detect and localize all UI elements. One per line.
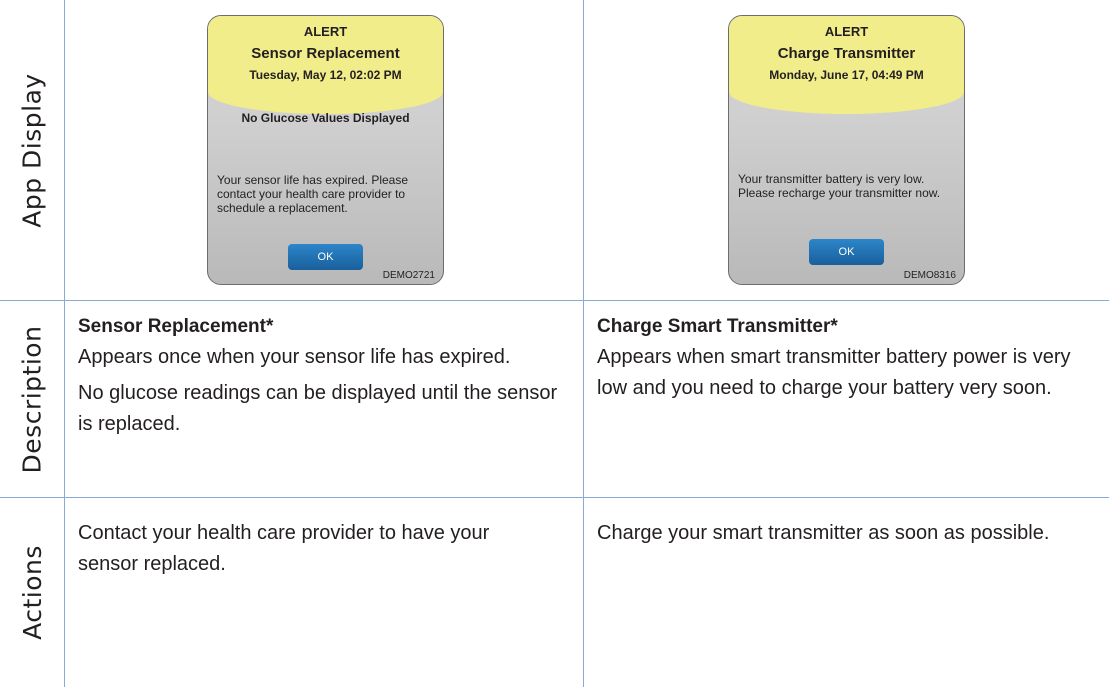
row-label-app-display-text: App Display — [17, 72, 47, 228]
row-label-actions-text: Actions — [17, 545, 47, 640]
description-title-left: Sensor Replacement* — [78, 316, 274, 337]
description-text-left-2: No glucose readings can be displayed unt… — [78, 382, 558, 435]
alert-name: Sensor Replacement — [251, 45, 400, 62]
ok-button[interactable]: OK — [809, 239, 884, 265]
description-right: Charge Smart Transmitter* Appears when s… — [597, 311, 1087, 404]
charge-transmitter-alert-screen: ALERT Charge Transmitter Monday, June 17… — [728, 15, 965, 285]
row-label-app-display: App Display — [0, 0, 64, 300]
screen-code: DEMO2721 — [382, 270, 435, 281]
description-left: Sensor Replacement* Appears once when yo… — [78, 311, 568, 440]
row-divider-1 — [0, 300, 1109, 301]
alert-title: ALERT — [824, 24, 869, 39]
alert-title: ALERT — [303, 24, 348, 39]
column-divider-middle — [583, 0, 584, 687]
alert-message: Your transmitter battery is very low. Pl… — [738, 172, 941, 200]
screen-code: DEMO8316 — [903, 270, 956, 281]
ok-button[interactable]: OK — [288, 244, 363, 270]
row-label-actions: Actions — [0, 498, 64, 687]
description-text-left-1: Appears once when your sensor life has e… — [78, 346, 511, 368]
action-right: Charge your smart transmitter as soon as… — [597, 518, 1097, 549]
column-divider-left — [64, 0, 65, 687]
action-text-right: Charge your smart transmitter as soon as… — [597, 522, 1050, 544]
action-left: Contact your health care provider to hav… — [78, 518, 548, 580]
alert-banner: ALERT Charge Transmitter Monday, June 17… — [729, 16, 964, 114]
description-text-right-1: Appears when smart transmitter battery p… — [597, 346, 1071, 399]
alert-banner: ALERT Sensor Replacement Tuesday, May 12… — [208, 16, 443, 114]
alert-message: Your sensor life has expired. Please con… — [217, 173, 409, 215]
alert-date: Monday, June 17, 04:49 PM — [769, 68, 924, 82]
alert-headline: No Glucose Values Displayed — [241, 111, 410, 125]
description-title-right: Charge Smart Transmitter* — [597, 316, 838, 337]
row-label-description-text: Description — [17, 325, 47, 473]
row-label-description: Description — [0, 301, 64, 497]
alert-name: Charge Transmitter — [777, 45, 916, 62]
sensor-replacement-alert-screen: ALERT Sensor Replacement Tuesday, May 12… — [207, 15, 444, 285]
action-text-left: Contact your health care provider to hav… — [78, 522, 490, 575]
alert-date: Tuesday, May 12, 02:02 PM — [249, 68, 402, 82]
row-divider-2 — [0, 497, 1109, 498]
